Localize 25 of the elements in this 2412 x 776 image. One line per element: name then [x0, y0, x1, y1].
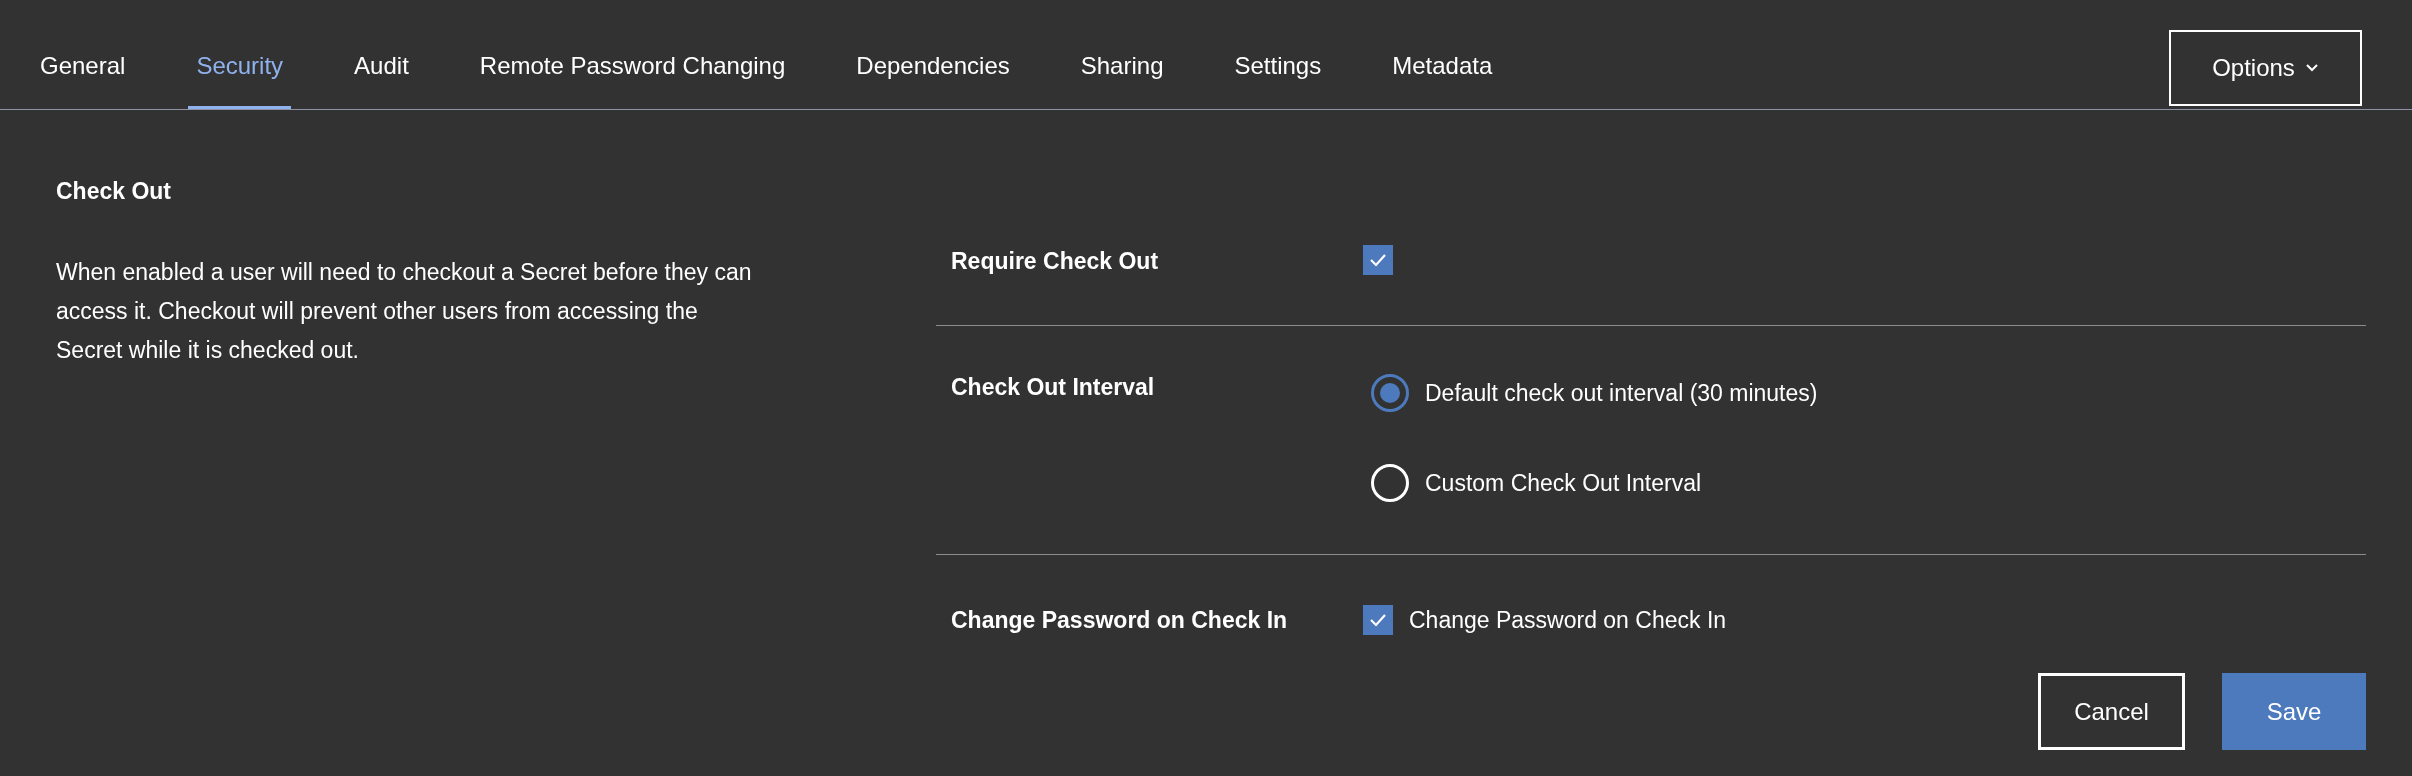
checkbox[interactable]	[1363, 605, 1393, 635]
tab[interactable]: Security	[188, 52, 292, 109]
options-button[interactable]: Options	[2169, 30, 2362, 106]
checkbox-label: Change Password on Check In	[1409, 606, 1727, 634]
section-title: Check Out	[56, 178, 173, 205]
tab[interactable]: Dependencies	[856, 52, 1010, 109]
tab[interactable]: General	[40, 52, 126, 109]
chevron-down-icon	[2304, 63, 2319, 73]
checkmark-icon	[1368, 612, 1388, 628]
setting-label: Check Out Interval	[951, 374, 1156, 402]
section-description: When enabled a user will need to checkout a Secret before they can access it. Checkout will prevent other users from accessing the Secret while it is checked out.	[56, 258, 753, 365]
tab[interactable]: Settings	[1234, 52, 1322, 109]
tab[interactable]: Remote Password Changing	[479, 52, 786, 109]
save-button[interactable]: Save	[2222, 673, 2366, 750]
tab[interactable]: Metadata	[1392, 52, 1493, 109]
tab[interactable]: Audit	[354, 52, 409, 109]
radio-label: Custom Check Out Interval	[1425, 469, 1702, 497]
setting-label: Change Password on Check In	[951, 606, 1289, 634]
radio-label: Default check out interval (30 minutes)	[1425, 379, 1818, 407]
radio-button[interactable]	[1371, 374, 1409, 412]
tab[interactable]: Sharing	[1080, 52, 1164, 109]
checkmark-icon	[1368, 252, 1388, 268]
setting-label: Require Check Out	[951, 248, 1160, 275]
checkbox[interactable]	[1363, 245, 1393, 275]
cancel-button[interactable]: Cancel	[2038, 673, 2185, 750]
